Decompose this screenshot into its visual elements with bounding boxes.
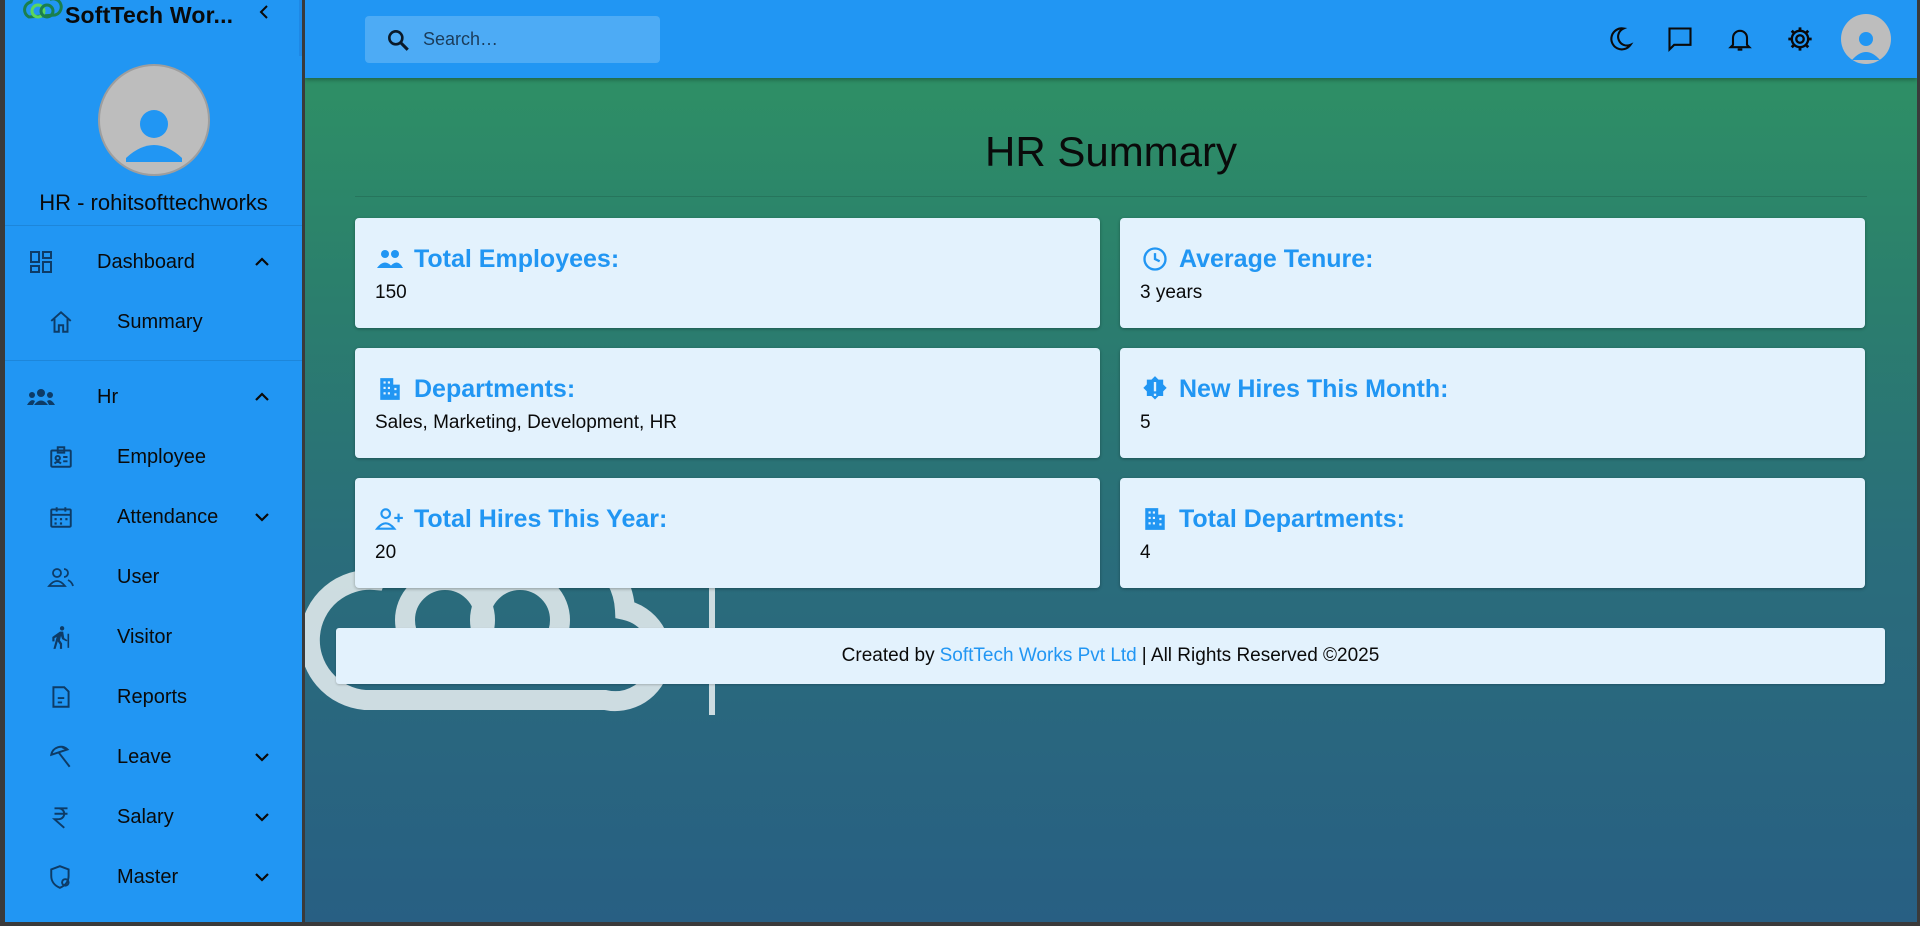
card-title: Departments: xyxy=(414,374,576,403)
rupee-icon xyxy=(45,801,77,833)
dashboard-icon xyxy=(25,246,57,278)
chevron-down-icon[interactable] xyxy=(252,807,272,827)
badge-icon xyxy=(45,441,77,473)
shield-gear-icon xyxy=(45,861,77,893)
sidebar: SoftTech Wor... HR - rohitsofttechworks … xyxy=(5,0,302,922)
card-value: 3 years xyxy=(1140,282,1203,303)
card-total-employees: Total Employees: 150 xyxy=(355,218,1100,328)
nav-section-hr: Hr Employee Attendance User Visitor Repo… xyxy=(5,361,302,915)
chevron-up-icon[interactable] xyxy=(252,252,272,272)
sidebar-item-label: Salary xyxy=(117,805,174,828)
brand: SoftTech Wor... xyxy=(5,0,302,30)
clock-icon xyxy=(1140,244,1170,274)
profile: HR - rohitsofttechworks xyxy=(5,28,302,226)
sidebar-item-label: Employee xyxy=(117,445,206,468)
groups-icon xyxy=(25,381,57,413)
card-value: 20 xyxy=(375,542,397,563)
footer: Created by SoftTech Works Pvt Ltd | All … xyxy=(336,628,1885,684)
chevron-down-icon[interactable] xyxy=(252,867,272,887)
sidebar-item-label: Attendance xyxy=(117,505,219,528)
sidebar-item-user[interactable]: User xyxy=(5,547,302,607)
card-title: Total Departments: xyxy=(1179,504,1405,533)
sidebar-item-leave[interactable]: Leave xyxy=(5,727,302,787)
card-value: Sales, Marketing, Development, HR xyxy=(375,412,678,433)
sidebar-item-label: Leave xyxy=(117,745,172,768)
sidebar-item-reports[interactable]: Reports xyxy=(5,667,302,727)
people-icon xyxy=(375,244,405,274)
sidebar-item-label: Master xyxy=(117,865,179,888)
chevron-down-icon[interactable] xyxy=(252,507,272,527)
card-value: 4 xyxy=(1140,542,1151,563)
sidebar-item-summary[interactable]: Summary xyxy=(5,292,302,352)
home-icon xyxy=(45,306,77,338)
people-icon xyxy=(45,561,77,593)
top-app-bar xyxy=(305,0,1917,78)
sidebar-item-label: Summary xyxy=(117,310,203,333)
card-average-tenure: Average Tenure: 3 years xyxy=(1120,218,1865,328)
sidebar-item-label: Reports xyxy=(117,685,188,708)
dark-mode-icon[interactable] xyxy=(1605,24,1635,54)
card-title: Total Employees: xyxy=(414,244,620,273)
new-badge-icon xyxy=(1140,374,1170,404)
sidebar-item-hr[interactable]: Hr xyxy=(5,367,302,427)
sidebar-item-label: Dashboard xyxy=(97,250,195,273)
sidebar-item-label: Visitor xyxy=(117,625,173,648)
sidebar-item-employee[interactable]: Employee xyxy=(5,427,302,487)
card-new-hires-month: New Hires This Month: 5 xyxy=(1120,348,1865,458)
sidebar-item-dashboard[interactable]: Dashboard xyxy=(5,232,302,292)
building-icon xyxy=(375,374,405,404)
card-title: Average Tenure: xyxy=(1179,244,1374,273)
page-title: HR Summary xyxy=(984,128,1238,175)
sidebar-item-master[interactable]: Master xyxy=(5,847,302,907)
report-icon xyxy=(45,681,77,713)
person-walking-icon xyxy=(45,621,77,653)
card-value: 5 xyxy=(1140,412,1151,433)
card-total-departments: Total Departments: 4 xyxy=(1120,478,1865,588)
building-icon xyxy=(1140,504,1170,534)
card-departments: Departments: Sales, Marketing, Developme… xyxy=(355,348,1100,458)
chevron-down-icon[interactable] xyxy=(252,747,272,767)
app-title: SoftTech Wor... xyxy=(65,1,234,28)
card-title: Total Hires This Year: xyxy=(414,504,668,533)
nav-section-dashboard: Dashboard Summary xyxy=(5,226,302,361)
title-divider xyxy=(355,196,1867,197)
profile-avatar-icon[interactable] xyxy=(97,64,210,176)
top-actions xyxy=(1575,0,1917,78)
brand-logo-icon xyxy=(19,0,67,25)
search-box[interactable] xyxy=(365,16,660,63)
person-add-icon xyxy=(375,504,405,534)
sidebar-item-salary[interactable]: Salary xyxy=(5,787,302,847)
calendar-icon xyxy=(45,501,77,533)
account-avatar-icon[interactable] xyxy=(1841,14,1891,64)
sidebar-item-attendance[interactable]: Attendance xyxy=(5,487,302,547)
beach-umbrella-icon xyxy=(45,741,77,773)
footer-suffix: | All Rights Reserved ©2025 xyxy=(1141,645,1380,666)
card-total-hires-year: Total Hires This Year: 20 xyxy=(355,478,1100,588)
sidebar-item-label: User xyxy=(117,565,160,588)
settings-gear-icon[interactable] xyxy=(1785,24,1815,54)
main-content: HR Summary Total Employees: 150 Average … xyxy=(305,0,1917,922)
search-input[interactable] xyxy=(421,28,645,51)
sidebar-item-label: Hr xyxy=(97,385,119,408)
card-value: 150 xyxy=(375,282,407,303)
notification-bell-icon[interactable] xyxy=(1725,24,1755,54)
sidebar-item-visitor[interactable]: Visitor xyxy=(5,607,302,667)
footer-prefix: Created by xyxy=(841,645,935,666)
profile-name: HR - rohitsofttechworks xyxy=(39,190,268,215)
chat-icon[interactable] xyxy=(1665,24,1695,54)
search-icon xyxy=(385,27,411,53)
card-title: New Hires This Month: xyxy=(1179,374,1449,403)
chevron-up-icon[interactable] xyxy=(252,387,272,407)
sidebar-edge xyxy=(299,0,302,56)
company-link[interactable]: SoftTech Works Pvt Ltd xyxy=(940,645,1137,667)
collapse-sidebar-icon[interactable] xyxy=(254,2,274,22)
